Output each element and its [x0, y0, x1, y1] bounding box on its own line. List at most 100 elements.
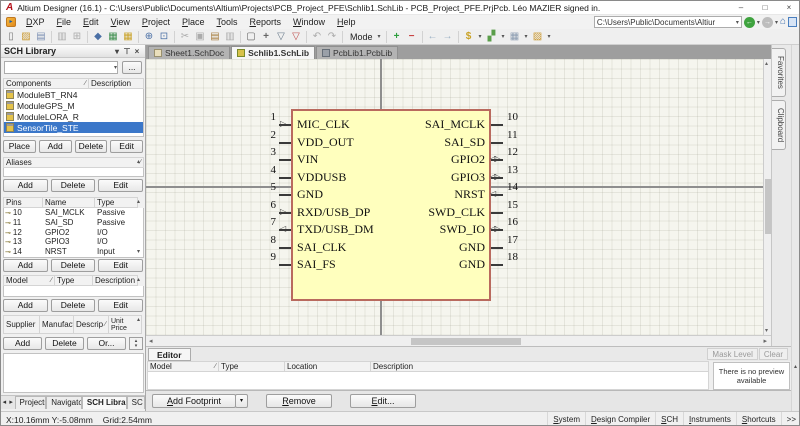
forward-button[interactable]: →	[762, 17, 773, 28]
back-button[interactable]: ←	[744, 17, 755, 28]
column-header-type[interactable]: Type	[95, 197, 138, 208]
chevron-down-icon[interactable]: ▾	[775, 19, 778, 26]
open-folder-icon[interactable]: ▨	[19, 30, 33, 43]
cut-icon[interactable]: ✂	[178, 30, 192, 43]
filter-icon[interactable]: ▽	[274, 30, 288, 43]
pin-number[interactable]: 1	[246, 111, 276, 124]
component-add[interactable]: Add	[39, 140, 72, 153]
pin-stub[interactable]	[491, 142, 503, 144]
remove-icon[interactable]: −	[405, 30, 419, 43]
copy-icon[interactable]: ▣	[193, 30, 207, 43]
component-delete[interactable]: Delete	[75, 140, 108, 153]
zoom-area-icon[interactable]: ⊡	[157, 30, 171, 43]
chevron-down-icon[interactable]: ▾	[477, 33, 484, 40]
pin-number[interactable]: 10	[507, 111, 537, 124]
scroll-up-icon[interactable]: ▴	[794, 363, 797, 370]
paste-array-icon[interactable]: ▥	[223, 30, 237, 43]
scroll-left-icon[interactable]: ◂	[149, 337, 153, 345]
pin-number[interactable]: 16	[507, 216, 537, 229]
menu-item-place[interactable]: Place	[176, 15, 211, 29]
pin-stub[interactable]	[279, 247, 291, 249]
column-header-model[interactable]: Model∕	[147, 361, 219, 372]
doc-tab-pcblib1.pcblib[interactable]: PcbLib1.PcbLib	[316, 46, 398, 59]
address-combobox[interactable]: C:\Users\Public\Documents\Altiur ▾	[594, 16, 742, 28]
pin-name[interactable]: SAI_MCLK	[346, 117, 485, 132]
pin-list-row[interactable]: ⊸11SAI_SDPassive	[4, 218, 143, 228]
spinner-down-icon[interactable]: ▾	[135, 344, 138, 349]
panel-close-icon[interactable]: ×	[132, 47, 142, 56]
component-filter-input[interactable]	[5, 63, 114, 73]
column-header-description[interactable]: Description	[371, 361, 709, 372]
supplier-search-icon[interactable]: $	[462, 30, 476, 43]
pin-stub[interactable]	[491, 124, 503, 126]
column-header-pins[interactable]: Pins	[3, 197, 43, 208]
pin-number[interactable]: 8	[246, 234, 276, 247]
pin-name[interactable]: GPIO3	[346, 170, 485, 185]
column-header-model[interactable]: Model∕	[3, 275, 55, 286]
pin-number[interactable]: 2	[246, 129, 276, 142]
menu-item-view[interactable]: View	[105, 15, 136, 29]
scroll-down-icon[interactable]: ▾	[765, 327, 768, 334]
move-icon[interactable]: +	[259, 30, 273, 43]
chevron-down-icon[interactable]: ▾	[114, 64, 117, 71]
component-list-item[interactable]: ModuleGPS_M	[4, 100, 143, 111]
column-header-descrip[interactable]: Descrip∕	[74, 315, 109, 334]
scroll-left-icon[interactable]: ◂	[1, 396, 8, 409]
scroll-right-icon[interactable]: ▸	[8, 396, 15, 409]
home-icon[interactable]: ⌂	[780, 17, 786, 27]
remove-button[interactable]: Remove	[266, 394, 332, 408]
menu-item-help[interactable]: Help	[331, 15, 362, 29]
pin-list-row[interactable]: ⊸14NRSTInput	[4, 247, 143, 257]
pin-add[interactable]: Add	[3, 259, 48, 272]
pin-number[interactable]: 14	[507, 181, 537, 194]
component-place[interactable]: Place	[3, 140, 36, 153]
doc-tab-schlib1.schlib[interactable]: Schlib1.SchLib	[231, 46, 315, 59]
pin-stub[interactable]	[279, 177, 291, 179]
status-instruments[interactable]: Instruments	[683, 412, 736, 426]
pin-edit[interactable]: Edit	[98, 259, 143, 272]
scroll-up-icon[interactable]: ▴	[137, 277, 140, 283]
pin-delete[interactable]: Delete	[51, 259, 96, 272]
add-icon[interactable]: +	[390, 30, 404, 43]
pin-list-row[interactable]: ⊸13GPIO3I/O	[4, 237, 143, 247]
close-button[interactable]: ×	[777, 1, 800, 14]
undo-icon[interactable]: ↶	[310, 30, 324, 43]
menu-item-reports[interactable]: Reports	[244, 15, 288, 29]
column-header-location[interactable]: Location	[285, 361, 371, 372]
chevron-down-icon[interactable]: ▾	[376, 33, 383, 40]
pin-name[interactable]: GND	[346, 257, 485, 272]
print-icon[interactable]: ▥	[55, 30, 69, 43]
column-header-description[interactable]: Description	[89, 78, 144, 89]
status-design-compiler[interactable]: Design Compiler	[585, 412, 655, 426]
model-edit[interactable]: Edit	[98, 299, 143, 312]
nav-back-icon[interactable]: ←	[426, 30, 440, 43]
pin-name[interactable]: GPIO2	[346, 152, 485, 167]
pin-name[interactable]: GND	[297, 187, 323, 202]
new-document-icon[interactable]: ▯	[4, 30, 18, 43]
pin-stub[interactable]	[279, 142, 291, 144]
status-system[interactable]: System	[547, 412, 585, 426]
supplier-order-spinner[interactable]: ▴▾	[129, 337, 143, 350]
pin-name[interactable]: SWD_CLK	[346, 205, 485, 220]
status-sch[interactable]: SCH	[655, 412, 683, 426]
maximize-button[interactable]: □	[753, 1, 777, 14]
pin-number[interactable]: 17	[507, 234, 537, 247]
browse-library-icon[interactable]: ▨	[531, 30, 545, 43]
pin-number[interactable]: 5	[246, 181, 276, 194]
alias-add[interactable]: Add	[3, 179, 48, 192]
column-header-type[interactable]: Type	[219, 361, 285, 372]
doc-tab-sheet1.schdoc[interactable]: Sheet1.SchDoc	[148, 46, 230, 59]
column-header-description[interactable]: Description	[93, 275, 138, 286]
grid-settings-icon[interactable]: ▦	[508, 30, 522, 43]
edit-button[interactable]: Edit...	[350, 394, 416, 408]
pin-number[interactable]: 15	[507, 199, 537, 212]
panel-tab-navigator[interactable]: Navigator	[46, 396, 82, 409]
pin-name[interactable]: NRST	[346, 187, 485, 202]
menu-item-window[interactable]: Window	[287, 15, 331, 29]
add-footprint-dropdown[interactable]: ▾	[235, 394, 248, 408]
column-header-manufactu[interactable]: Manufactu	[40, 315, 74, 334]
pin-name[interactable]: VDDUSB	[297, 170, 346, 185]
supplier-add[interactable]: Add	[3, 337, 42, 350]
clear-filter-icon[interactable]: ▽	[289, 30, 303, 43]
pcb-board-icon[interactable]: ▦	[106, 30, 120, 43]
